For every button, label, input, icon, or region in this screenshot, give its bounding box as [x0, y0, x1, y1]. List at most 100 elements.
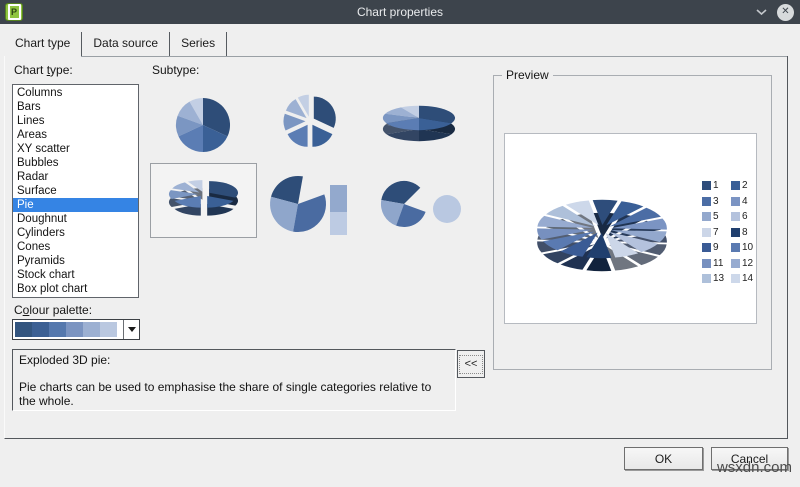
legend-label: 8: [742, 227, 748, 238]
legend-item: 8: [731, 225, 760, 241]
subtype-label: Subtype:: [152, 63, 199, 77]
legend-label: 4: [742, 196, 748, 207]
watermark: wsxdn.com: [696, 459, 792, 476]
legend-swatch-icon: [702, 181, 711, 190]
legend-label: 3: [713, 196, 719, 207]
subtype-option-pie-and-bar[interactable]: [257, 163, 364, 238]
legend-swatch-icon: [702, 212, 711, 221]
legend-swatch-icon: [731, 197, 740, 206]
legend-item: 7: [702, 225, 731, 241]
legend-label: 5: [713, 211, 719, 222]
app-icon-letter: P: [8, 4, 21, 20]
legend-label: 9: [713, 242, 719, 253]
exploded-3d-pie-icon: [151, 164, 258, 239]
pie-and-bar-icon: [257, 163, 364, 238]
legend-swatch-icon: [731, 274, 740, 283]
legend-label: 13: [713, 273, 724, 284]
chart-type-option[interactable]: Radar: [13, 170, 138, 184]
subtype-option-exploded-pie[interactable]: [257, 88, 364, 163]
chart-type-option[interactable]: Doughnut: [13, 212, 138, 226]
colour-palette-label: Colour palette:: [14, 303, 92, 317]
legend-swatch-icon: [731, 181, 740, 190]
legend-label: 10: [742, 242, 753, 253]
subtype-option-pie-and-pie[interactable]: [364, 163, 471, 238]
ok-button[interactable]: OK: [624, 447, 703, 470]
window-title: Chart properties: [0, 5, 800, 19]
close-button[interactable]: ✕: [777, 4, 794, 21]
chart-type-option[interactable]: Surface: [13, 184, 138, 198]
legend-item: 3: [702, 194, 731, 210]
palette-swatch: [83, 322, 100, 337]
chart-type-option[interactable]: Bubbles: [13, 156, 138, 170]
legend-item: 5: [702, 209, 731, 225]
chart-type-list[interactable]: ColumnsBarsLinesAreasXY scatterBubblesRa…: [12, 84, 139, 298]
tab-data-source[interactable]: Data source: [82, 32, 170, 56]
legend-label: 6: [742, 211, 748, 222]
legend-swatch-icon: [702, 228, 711, 237]
legend-label: 12: [742, 258, 753, 269]
chart-type-option[interactable]: Pie: [13, 198, 138, 212]
chart-type-option[interactable]: Cylinders: [13, 226, 138, 240]
legend-item: 12: [731, 256, 760, 272]
chart-type-option[interactable]: Columns: [13, 86, 138, 100]
palette-swatch: [49, 322, 66, 337]
legend-label: 14: [742, 273, 753, 284]
subtype-description: Exploded 3D pie: Pie charts can be used …: [12, 349, 456, 411]
legend-item: 10: [731, 240, 760, 256]
tab-chart-type[interactable]: Chart type: [4, 32, 82, 56]
legend-item: 1: [702, 178, 731, 194]
preview-panel: 1234567891011121314: [504, 133, 757, 324]
subtype-option-exploded-3d-pie[interactable]: [150, 163, 257, 238]
legend-swatch-icon: [731, 259, 740, 268]
palette-swatch: [15, 322, 32, 337]
exploded-pie-icon: [257, 88, 364, 163]
subtype-option-pie[interactable]: [150, 88, 257, 163]
preview-legend: 1234567891011121314: [702, 178, 760, 287]
legend-label: 2: [742, 180, 748, 191]
legend-swatch-icon: [731, 243, 740, 252]
legend-swatch-icon: [702, 274, 711, 283]
chart-type-option[interactable]: Areas: [13, 128, 138, 142]
subtype-description-title: Exploded 3D pie:: [19, 353, 449, 367]
3d-pie-icon: [364, 88, 471, 163]
palette-swatch: [100, 322, 117, 337]
preview-group: Preview 1234567891011121314: [493, 75, 772, 370]
chart-properties-dialog: P Chart properties ✕ Chart type Data sou…: [0, 0, 800, 487]
collapse-button[interactable]: <<: [457, 350, 485, 378]
titlebar[interactable]: P Chart properties ✕: [0, 0, 800, 24]
legend-swatch-icon: [731, 212, 740, 221]
tab-series[interactable]: Series: [170, 32, 227, 56]
legend-item: 9: [702, 240, 731, 256]
chevron-down-icon[interactable]: [755, 8, 768, 16]
pie-and-pie-icon: [364, 163, 471, 238]
tab-bar: Chart type Data source Series: [4, 32, 788, 57]
chart-type-option[interactable]: Box plot chart: [13, 282, 138, 296]
subtype-grid: [150, 88, 471, 238]
chart-type-option[interactable]: Bars: [13, 100, 138, 114]
chart-type-option[interactable]: Lines: [13, 114, 138, 128]
legend-swatch-icon: [731, 228, 740, 237]
chart-type-label: Chart type:: [14, 63, 73, 77]
legend-swatch-icon: [702, 243, 711, 252]
legend-item: 11: [702, 256, 731, 272]
preview-group-label: Preview: [502, 68, 553, 82]
chart-type-option[interactable]: Cones: [13, 240, 138, 254]
palette-swatch: [66, 322, 83, 337]
subtype-option-3d-pie[interactable]: [364, 88, 471, 163]
legend-item: 2: [731, 178, 760, 194]
colour-palette-dropdown[interactable]: [12, 319, 140, 340]
palette-swatch: [32, 322, 49, 337]
legend-item: 14: [731, 271, 760, 287]
dropdown-arrow-button[interactable]: [123, 320, 139, 339]
legend-label: 1: [713, 180, 719, 191]
pie-icon: [150, 88, 257, 163]
app-icon: P: [5, 3, 23, 21]
chart-type-option[interactable]: Stock chart: [13, 268, 138, 282]
legend-item: 6: [731, 209, 760, 225]
chart-type-option[interactable]: Pyramids: [13, 254, 138, 268]
legend-swatch-icon: [702, 197, 711, 206]
chart-type-option[interactable]: XY scatter: [13, 142, 138, 156]
legend-label: 7: [713, 227, 719, 238]
palette-swatches: [13, 320, 123, 339]
legend-label: 11: [713, 258, 723, 269]
